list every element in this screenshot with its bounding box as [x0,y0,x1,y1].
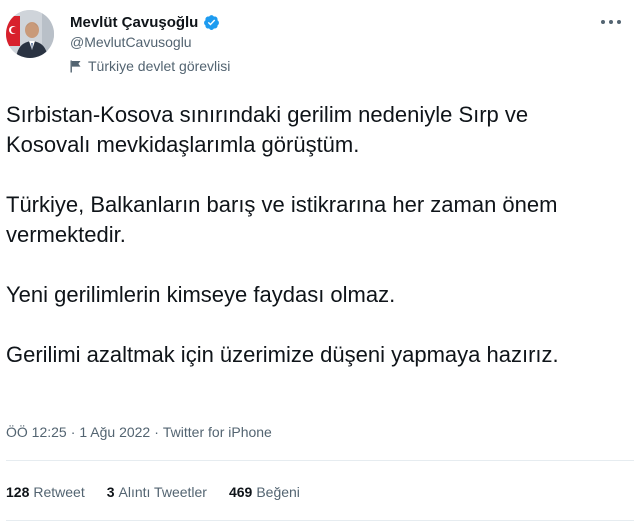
tweet-paragraph: Sırbistan-Kosova sınırındaki gerilim ned… [6,102,529,157]
retweet-count: 128 [6,484,30,500]
retweet-count-link[interactable]: 128 Retweet [6,484,85,500]
verified-badge-icon [204,14,220,30]
author-display-name[interactable]: Mevlüt Çavuşoğlu [70,14,198,31]
divider [6,460,634,461]
tweet-date[interactable]: 1 Ağu 2022 [79,424,150,440]
like-count-link[interactable]: 469 Beğeni [229,484,300,500]
retweet-label: Retweet [33,484,85,500]
more-dots-icon [601,20,621,24]
tweet-text: Sırbistan-Kosova sınırındaki gerilim ned… [6,100,606,370]
tweet-time[interactable]: ÖÖ 12:25 [6,424,67,440]
tweet-paragraph: Gerilimi azaltmak için üzerimize düşeni … [6,342,559,367]
like-count: 469 [228,484,253,500]
meta-separator: · [154,424,159,440]
tweet-paragraph: Yeni gerilimlerin kimseye faydası olmaz. [6,282,396,307]
meta-separator: · [70,424,76,440]
divider [6,520,634,521]
tweet-meta: ÖÖ 12:25 · 1 Ağu 2022 · Twitter for iPho… [6,424,272,440]
more-options-button[interactable] [598,12,624,32]
author-name-row[interactable]: Mevlüt Çavuşoğlu [70,12,220,32]
quote-count: 3 [106,484,115,500]
author-handle[interactable]: @MevlutCavusoglu [70,34,192,50]
government-label-text: Türkiye devlet görevlisi [88,58,231,74]
quote-count-link[interactable]: 3 Alıntı Tweetler [107,484,207,500]
tweet-paragraph: Türkiye, Balkanların barış ve istikrarın… [6,192,558,247]
tweet-source[interactable]: Twitter for iPhone [163,424,272,440]
tweet: Mevlüt Çavuşoğlu @MevlutCavusoglu Türkiy… [0,0,640,524]
like-label: Beğeni [256,484,300,500]
quote-label: Alıntı Tweetler [118,484,207,500]
flag-icon [70,60,81,72]
avatar[interactable] [6,10,54,58]
government-label[interactable]: Türkiye devlet görevlisi [70,58,230,74]
tweet-stats: 128 Retweet 3 Alıntı Tweetler 469 Beğeni [6,484,300,500]
